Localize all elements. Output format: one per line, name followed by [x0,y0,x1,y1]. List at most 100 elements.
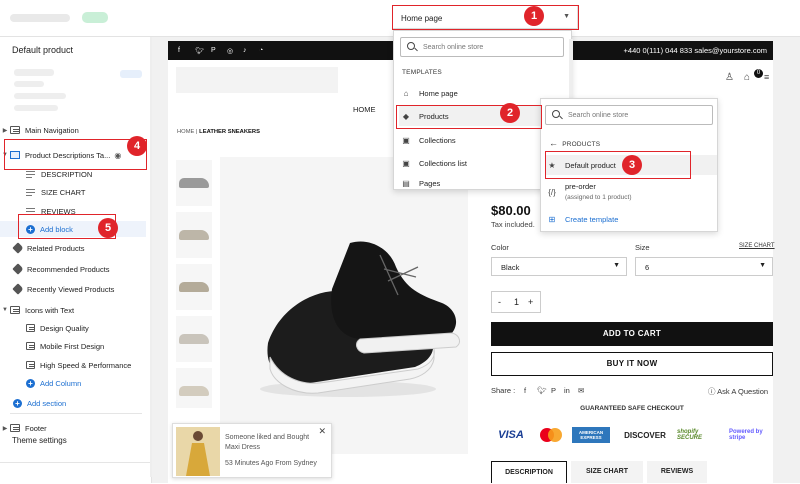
twitter-icon[interactable]: 🐦︎ [195,47,204,55]
cart-icon[interactable]: ⌂ [744,72,750,83]
column-icon [26,324,35,332]
caret-down-icon[interactable]: ▼ [0,307,10,313]
discover-logo: DISCOVER [624,430,666,440]
tab-reviews[interactable]: REVIEWS [647,461,707,483]
caret-right-icon[interactable]: ▶ [0,425,10,432]
add-to-cart-button[interactable]: ADD TO CART [491,322,773,346]
product-thumbnail[interactable] [176,316,212,362]
breadcrumb-separator: | [196,129,198,135]
menu-icon[interactable]: ≡ [764,72,769,82]
visa-logo: VISA [498,429,524,441]
annotation-box-3 [545,151,691,179]
product-template-search-input[interactable]: Search online store [545,105,713,125]
ask-question-link[interactable]: ⓘ Ask A Question [708,386,768,397]
question-icon: ⓘ [708,387,718,396]
block-item-design-quality[interactable]: Design Quality [0,320,150,336]
back-arrow-icon[interactable]: ← [549,138,558,148]
color-label: Color [491,243,509,252]
divider [0,462,150,463]
chevron-down-icon: ▼ [759,262,766,269]
block-item-size-chart[interactable]: SIZE CHART [0,184,150,200]
sidebar-item-footer[interactable]: ▶ Footer [0,420,150,436]
tab-size-chart[interactable]: SIZE CHART [571,461,643,483]
product-photo [176,427,220,476]
color-select[interactable]: Black ▼ [491,257,627,276]
size-select[interactable]: 6 ▼ [635,257,773,276]
account-icon[interactable]: ♙ [725,72,734,83]
products-heading[interactable]: ← PRODUCTS [549,138,600,148]
divider [10,413,142,414]
tiktok-icon[interactable]: ♪ [243,47,247,54]
sidebar-item-recently-viewed[interactable]: Recently Viewed Products [0,281,150,297]
whatsapp-icon[interactable]: ◔ [259,47,263,54]
editor-sidebar: Default product [0,37,152,483]
block-icon [26,170,36,178]
instagram-icon[interactable]: ◎ [227,47,233,55]
template-search-input[interactable]: Search online store [400,37,564,57]
annotation-badge-5: 5 [98,218,118,238]
product-thumbnail[interactable] [176,160,212,206]
store-name-blurred [10,14,70,22]
product-price: $80.00 [491,203,531,218]
add-column-button[interactable]: + Add Column [0,375,150,391]
block-item-mobile-first[interactable]: Mobile First Design [0,338,150,354]
add-template-icon: ⊞ [548,214,556,224]
sidebar-item-label: Recommended Products [27,264,110,274]
sidebar-item-label: Related Products [27,243,85,253]
sneaker-illustration [260,241,460,397]
sidebar-title: Default product [12,45,74,55]
qty-plus-button[interactable]: + [528,297,533,307]
add-section-button[interactable]: + Add section [0,395,150,411]
logo-placeholder [176,67,338,93]
sidebar-item-main-navigation[interactable]: ▶ Main Navigation [0,122,150,138]
sidebar-item-label: Main Navigation [25,125,79,135]
annotation-badge-1: 1 [524,6,544,26]
pinterest-icon[interactable]: P [551,386,556,395]
qty-minus-button[interactable]: - [498,297,501,307]
share-label: Share : [491,386,516,395]
size-chart-link[interactable]: SIZE CHART [739,243,775,249]
stripe-logo: Powered by stripe [729,429,763,441]
sidebar-item-related-products[interactable]: Related Products [0,240,150,256]
sidebar-item-recommended-products[interactable]: Recommended Products [0,261,150,277]
sidebar-item-icons-with-text[interactable]: ▼ Icons with Text [0,302,150,318]
blurred-row [14,69,54,76]
pinterest-icon[interactable]: P [211,47,216,54]
template-item-pre-order[interactable]: {/} pre-order (assigned to 1 product) [545,179,717,205]
block-label: Mobile First Design [40,341,105,351]
linkedin-icon[interactable]: in [564,386,570,395]
collections-list-icon: ▣ [402,158,410,168]
home-icon: ⌂ [403,88,409,98]
theme-settings-link[interactable]: Theme settings [12,436,67,445]
search-icon [552,110,560,118]
block-item-high-speed[interactable]: High Speed & Performance [0,357,150,373]
create-template-button[interactable]: ⊞ Create template [545,209,717,229]
annotation-box-4 [4,139,147,170]
add-column-label: Add Column [40,378,82,388]
breadcrumb-home[interactable]: HOME [177,129,194,135]
notification-message: Someone liked and Bought Maxi Dress [225,434,310,451]
caret-right-icon[interactable]: ▶ [0,127,10,134]
twitter-icon[interactable]: 🐦︎ [537,386,547,395]
quantity-stepper: - 1 + [491,291,541,313]
product-main-image[interactable] [220,157,468,454]
notification-time: 53 Minutes Ago From Sydney [225,460,317,467]
email-icon[interactable]: ✉ [578,386,584,395]
block-label: DESCRIPTION [41,169,93,179]
buy-now-button[interactable]: BUY IT NOW [491,352,773,376]
product-thumbnail[interactable] [176,264,212,310]
chevron-down-icon: ▼ [613,262,620,269]
facebook-icon[interactable]: f [178,47,180,54]
block-label: SIZE CHART [41,187,86,197]
qty-value[interactable]: 1 [514,297,519,307]
product-thumbnail[interactable] [176,212,212,258]
tax-note: Tax included. [491,220,535,229]
close-icon[interactable]: ✕ [318,426,326,437]
nav-home-link[interactable]: HOME [353,105,376,114]
size-label: Size [635,243,650,252]
tag-icon [12,283,24,295]
purchase-notification[interactable]: Someone liked and Bought Maxi Dress 53 M… [172,423,332,478]
tab-description[interactable]: DESCRIPTION [491,461,567,483]
product-thumbnail[interactable] [176,368,212,408]
facebook-icon[interactable]: f [524,386,526,395]
